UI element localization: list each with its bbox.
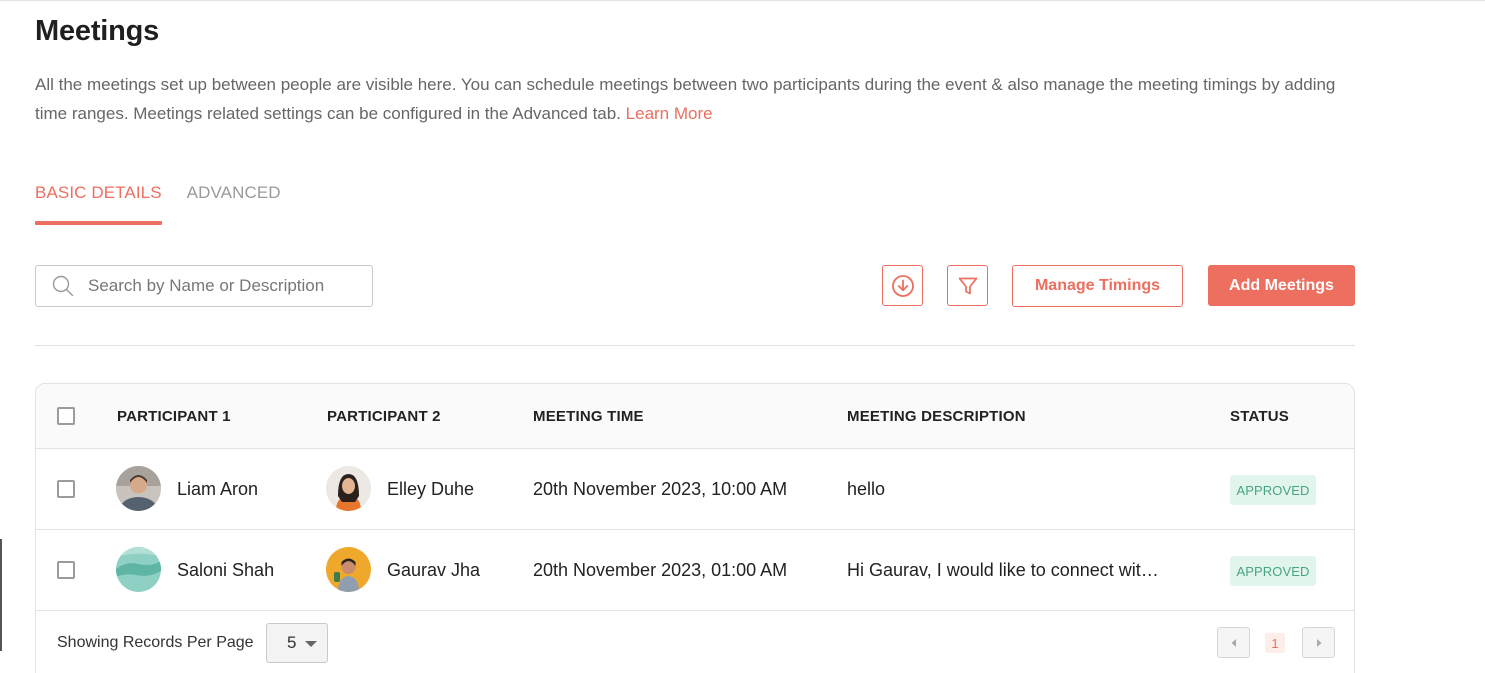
per-page-select[interactable]: 5 xyxy=(266,623,328,663)
avatar xyxy=(116,466,161,511)
search-icon xyxy=(52,275,74,297)
per-page-value: 5 xyxy=(287,633,297,652)
avatar xyxy=(116,547,161,592)
meeting-description: hello xyxy=(847,479,886,499)
table-row[interactable]: Liam Aron Elley Duhe 20th November 2023,… xyxy=(36,449,1354,530)
chevron-right-icon xyxy=(1316,638,1321,647)
page-title: Meetings xyxy=(35,15,160,47)
meetings-page: Meetings All the meetings set up between… xyxy=(0,0,1485,673)
search-box[interactable] xyxy=(35,265,373,307)
page-number[interactable]: 1 xyxy=(1265,633,1285,653)
avatar xyxy=(326,466,371,511)
table-row[interactable]: Saloni Shah Gaurav Jha 20th November 202… xyxy=(36,530,1354,611)
avatar xyxy=(326,547,371,592)
select-all-checkbox[interactable] xyxy=(57,407,75,425)
participant-2-name: Elley Duhe xyxy=(387,479,475,499)
meetings-table: PARTICIPANT 1 PARTICIPANT 2 MEETING TIME… xyxy=(35,383,1355,673)
manage-timings-button[interactable]: Manage Timings xyxy=(1012,265,1183,307)
table-footer: Showing Records Per Page 5 1 xyxy=(36,611,1354,673)
column-meeting-time: MEETING TIME xyxy=(533,408,644,425)
tab-bar: BASIC DETAILS ADVANCED xyxy=(35,181,281,225)
status-badge: APPROVED xyxy=(1230,556,1316,586)
participant-1-name: Saloni Shah xyxy=(177,560,275,580)
add-meetings-button[interactable]: Add Meetings xyxy=(1208,265,1355,306)
filter-button[interactable] xyxy=(947,265,988,306)
column-status: STATUS xyxy=(1230,408,1289,425)
filter-icon xyxy=(958,277,977,294)
search-input[interactable] xyxy=(88,276,338,296)
divider xyxy=(35,345,1355,346)
meeting-description: Hi Gaurav, I would like to connect wit… xyxy=(847,560,1159,580)
tab-advanced[interactable]: ADVANCED xyxy=(187,181,281,225)
window-edge xyxy=(0,539,2,651)
column-participant-2: PARTICIPANT 2 xyxy=(327,408,441,425)
column-meeting-description: MEETING DESCRIPTION xyxy=(847,408,1026,425)
records-per-page-label: Showing Records Per Page xyxy=(57,634,254,651)
next-page-button[interactable] xyxy=(1302,627,1335,658)
participant-2-name: Gaurav Jha xyxy=(387,560,481,580)
download-button[interactable] xyxy=(882,265,923,306)
participant-1-name: Liam Aron xyxy=(177,479,259,499)
chevron-left-icon xyxy=(1231,638,1236,647)
status-badge: APPROVED xyxy=(1230,475,1316,505)
meeting-time: 20th November 2023, 01:00 AM xyxy=(533,560,788,580)
table-header: PARTICIPANT 1 PARTICIPANT 2 MEETING TIME… xyxy=(36,384,1354,449)
meeting-time: 20th November 2023, 10:00 AM xyxy=(533,479,788,499)
chevron-down-icon xyxy=(305,641,317,647)
column-participant-1: PARTICIPANT 1 xyxy=(117,408,231,425)
row-checkbox[interactable] xyxy=(57,561,75,579)
page-description: All the meetings set up between people a… xyxy=(35,70,1355,128)
tab-basic-details[interactable]: BASIC DETAILS xyxy=(35,181,162,225)
prev-page-button[interactable] xyxy=(1217,627,1250,658)
learn-more-link[interactable]: Learn More xyxy=(626,104,713,123)
row-checkbox[interactable] xyxy=(57,480,75,498)
download-circle-icon xyxy=(891,274,914,297)
